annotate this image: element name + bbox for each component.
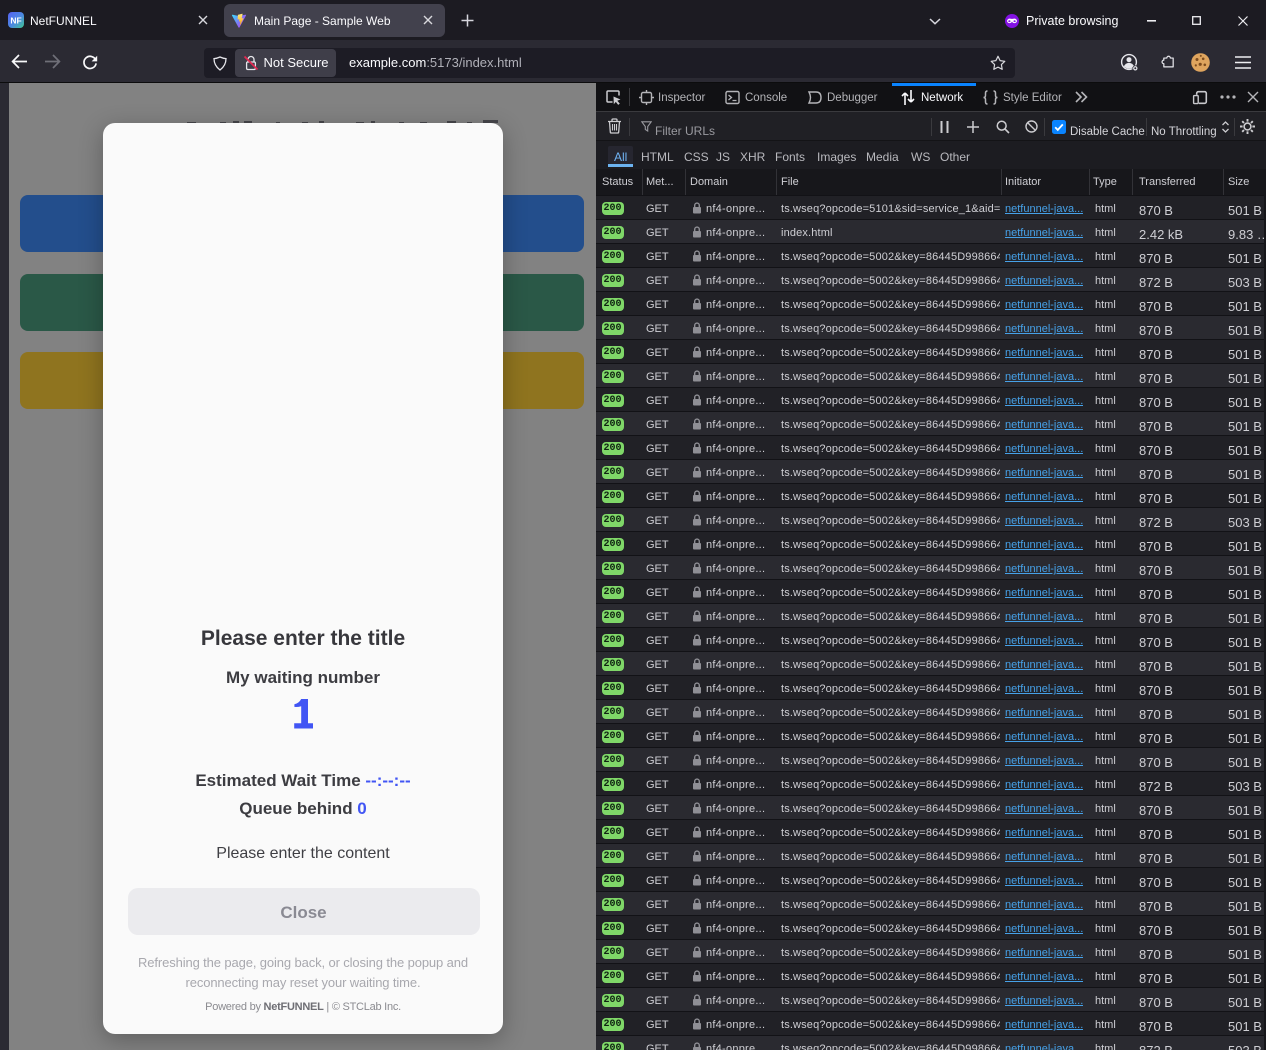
svg-text:NF: NF [10, 16, 21, 26]
